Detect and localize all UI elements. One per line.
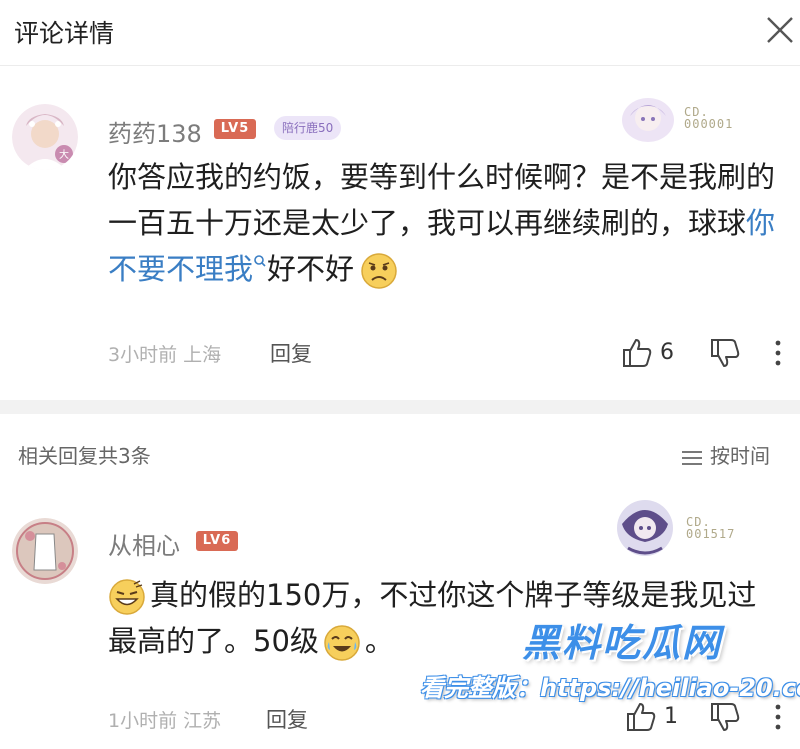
sort-by-time-button[interactable]: 按时间 <box>680 440 770 469</box>
reply-button[interactable]: 回复 <box>270 338 312 368</box>
reply-button[interactable]: 回复 <box>266 704 308 734</box>
avatar[interactable]: 大 <box>12 104 78 170</box>
watermark-title: 黑料吃瓜网 <box>522 621 723 665</box>
like-count: 6 <box>660 340 674 365</box>
fan-badge-avatar <box>620 96 676 144</box>
fan-number: CD. 001517 <box>686 515 736 541</box>
comment-text-main: 你答应我的约饭，要等到什么时候啊？是不是我刷的一百五十万还是太少了，我可以再继续… <box>108 160 776 240</box>
like-button[interactable] <box>620 336 654 370</box>
level-badge: LV6 <box>196 531 238 551</box>
more-vertical-icon[interactable] <box>772 338 784 368</box>
thumbs-down-icon[interactable] <box>708 336 742 370</box>
thumbs-up-icon[interactable] <box>620 336 654 370</box>
comment-text: 你答应我的约饭，要等到什么时候啊？是不是我刷的一百五十万还是太少了，我可以再继续… <box>108 154 788 292</box>
crying-laugh-emoji-icon <box>324 625 360 661</box>
more-options-button[interactable] <box>772 338 784 368</box>
comment-time-location: 1小时前 江苏 <box>108 710 222 732</box>
watermark: 黑料吃瓜网 看完整版：https://heiliao-20.com <box>420 612 800 732</box>
comment-text-end: 。 <box>364 624 394 658</box>
fan-number: CD. 000001 <box>684 105 734 131</box>
section-divider <box>0 400 800 414</box>
replies-header: 相关回复共3条 按时间 <box>0 414 800 490</box>
comment-time-location: 3小时前 上海 <box>108 344 222 366</box>
list-icon[interactable] <box>680 448 704 468</box>
close-button[interactable] <box>762 12 798 48</box>
username[interactable]: 从相心 <box>108 526 180 561</box>
dislike-button[interactable] <box>708 336 742 370</box>
fan-club-badge[interactable]: 陪行鹿50 <box>274 116 342 140</box>
close-icon[interactable] <box>762 12 798 48</box>
search-icon[interactable] <box>253 252 267 274</box>
sort-label: 按时间 <box>710 444 770 468</box>
username[interactable]: 药药138 <box>108 114 202 149</box>
replies-count: 相关回复共3条 <box>18 444 151 468</box>
level-badge: LV5 <box>214 119 256 139</box>
grin-emoji-icon <box>109 579 145 615</box>
svg-text:大: 大 <box>59 148 69 161</box>
comment-text-end: 好不好 <box>267 252 355 286</box>
header: 评论详情 <box>0 0 800 66</box>
page-title: 评论详情 <box>14 19 115 48</box>
avatar[interactable] <box>12 518 78 584</box>
sad-face-emoji-icon <box>361 253 397 289</box>
main-comment: 大 药药138 LV5 陪行鹿50 CD. 000001 你答应我的约饭，要等到… <box>0 66 800 400</box>
fan-badge-avatar <box>614 498 676 558</box>
watermark-url: 看完整版：https://heiliao-20.com <box>420 674 800 702</box>
